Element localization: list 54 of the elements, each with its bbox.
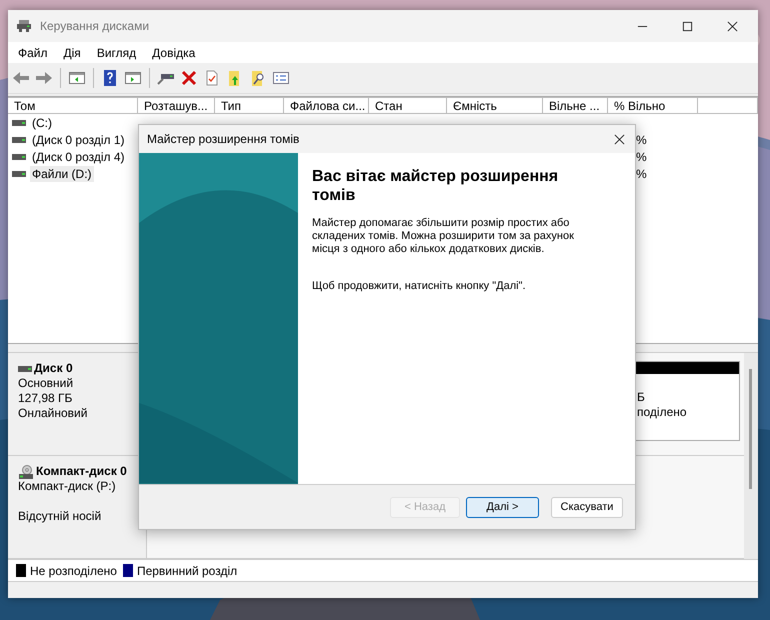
menu-item[interactable]: Довідка <box>152 46 196 60</box>
volume-name[interactable]: (Диск 0 розділ 1) <box>30 132 127 148</box>
partition-text: Б <box>637 390 646 405</box>
wizard-hint: Щоб продовжити, натисніть кнопку "Далі". <box>312 280 527 293</box>
close-icon[interactable] <box>614 134 625 144</box>
wizard-description: Майстер допомагає збільшити розмір простих або складених томів. Можна розширити том за рахунок місця з одного або кількох додаткових дисків. <box>312 217 575 256</box>
cd-drive-icon <box>18 464 34 478</box>
legend-label: Не розподілено <box>30 564 117 578</box>
maximize-icon[interactable] <box>682 20 693 32</box>
column-header[interactable]: Тип <box>215 97 284 114</box>
wizard-heading: Вас вітає майстер розширення томів <box>312 167 560 205</box>
menu-item[interactable]: Вигляд <box>96 46 136 60</box>
column-header[interactable]: Вільне ... <box>543 97 608 114</box>
column-header[interactable]: Том <box>8 97 138 114</box>
disk-status: Відсутній носій <box>18 509 102 524</box>
volume-name[interactable]: Файли (D:) <box>30 166 94 182</box>
forward-arrow-icon[interactable] <box>35 70 53 86</box>
back-arrow-icon[interactable] <box>12 70 30 86</box>
delete-icon[interactable] <box>180 70 198 86</box>
table-cell: % <box>636 150 647 164</box>
drive-icon <box>12 120 26 126</box>
wizard-button[interactable]: Далі > <box>466 496 539 518</box>
volume-name[interactable]: (Диск 0 розділ 4) <box>30 148 127 164</box>
panel-icon[interactable] <box>124 70 142 86</box>
disk-size: 127,98 ГБ <box>18 391 74 406</box>
disk-type: Основний <box>18 376 74 391</box>
drive-icon <box>12 154 26 160</box>
table-cell: % <box>636 166 647 180</box>
dialog-title: Майстер розширення томів <box>147 132 300 146</box>
column-header[interactable]: % Вільно <box>608 97 698 114</box>
disk-name: Компакт-диск 0 <box>36 464 127 479</box>
partition-text: поділено <box>637 405 688 420</box>
panel-icon[interactable] <box>68 70 86 86</box>
disk-name: Диск 0 <box>34 361 73 376</box>
legend-label: Первинний розділ <box>136 564 238 578</box>
scroll-bar[interactable] <box>744 353 758 559</box>
menu-item[interactable]: Дія <box>64 46 81 60</box>
window-title: Керування дисками <box>40 19 150 33</box>
wizard-button[interactable]: Скасувати <box>551 496 623 518</box>
disk-status: Онлайновий <box>18 406 88 421</box>
column-header[interactable]: Стан <box>369 97 447 114</box>
column-header[interactable]: Файлова си... <box>284 97 369 114</box>
volume-name[interactable]: (C:) <box>30 114 54 130</box>
table-cell: % <box>636 132 647 146</box>
column-header[interactable]: Ємність <box>447 97 543 114</box>
disk-type: Компакт-диск (P:) <box>18 479 117 494</box>
help-icon[interactable] <box>101 70 119 86</box>
close-icon[interactable] <box>727 20 738 32</box>
properties-list-icon[interactable] <box>272 70 290 86</box>
drive-icon <box>12 170 26 176</box>
menu-item[interactable]: Файл <box>18 46 48 60</box>
column-header[interactable]: Розташув... <box>138 97 215 114</box>
drive-icon <box>12 136 26 142</box>
drive-icon <box>18 366 32 372</box>
